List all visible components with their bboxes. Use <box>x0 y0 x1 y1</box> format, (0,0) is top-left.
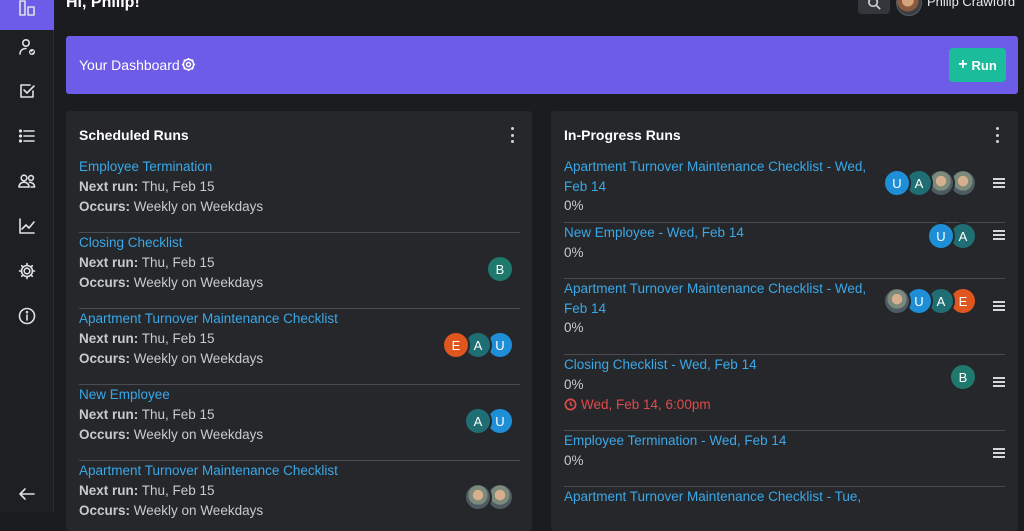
sidebar-item-info[interactable] <box>0 294 54 338</box>
scheduled-run-row: New Employee Next run: Thu, Feb 15 Occurs:… <box>79 385 520 461</box>
sidebar-item-tasks[interactable] <box>0 69 54 113</box>
scheduled-runs-panel: Scheduled Runs Employee Termination Next … <box>66 111 532 531</box>
occurs: Occurs: Weekly on Weekdays <box>79 502 264 518</box>
progress-percent: 0% <box>564 452 584 468</box>
assignee-avatar: B <box>486 255 514 283</box>
in-progress-run-link[interactable]: Closing Checklist - Wed, Feb 14 <box>564 355 884 375</box>
dashboard-banner: Your Dashboard + Run <box>66 36 1018 94</box>
assignee-avatar: U <box>883 169 911 197</box>
progress-percent: 0% <box>564 376 584 392</box>
assignee-avatars: UAE <box>883 287 977 315</box>
occurs: Occurs: Weekly on Weekdays <box>79 274 264 290</box>
assignee-avatar: E <box>442 331 470 359</box>
panel-title: Scheduled Runs <box>79 127 189 143</box>
scheduled-run-link[interactable]: Closing Checklist <box>79 233 520 253</box>
occurs: Occurs: Weekly on Weekdays <box>79 198 264 214</box>
sidebar-item-checklists[interactable] <box>0 114 54 158</box>
greeting: Hi, Philip! <box>66 0 140 11</box>
assignee-avatar <box>464 483 492 511</box>
in-progress-run-link[interactable]: Employee Termination - Wed, Feb 14 <box>564 431 884 451</box>
next-run: Next run: Thu, Feb 15 <box>79 482 215 498</box>
scheduled-menu-button[interactable] <box>507 127 517 143</box>
user-name[interactable]: Philip Crawford <box>927 0 1015 9</box>
scheduled-run-row: Closing Checklist Next run: Thu, Feb 15 Oc… <box>79 233 520 309</box>
assignee-avatar <box>883 287 911 315</box>
row-menu-icon[interactable] <box>993 301 1005 311</box>
topbar: Hi, Philip! Philip Crawford <box>54 0 1024 22</box>
progress-percent: 0% <box>564 198 584 213</box>
assignee-avatars: B <box>949 363 977 391</box>
dashboard-settings-button[interactable] <box>181 57 196 72</box>
scheduled-run-link[interactable]: New Employee <box>79 385 520 405</box>
occurs: Occurs: Weekly on Weekdays <box>79 426 264 442</box>
clock-icon <box>564 398 577 411</box>
run-button-label: Run <box>971 57 997 73</box>
due-date: Wed, Feb 14, 6:00pm <box>564 395 1005 415</box>
progress-percent: 0% <box>564 320 584 335</box>
in-progress-runs-panel: In-Progress Runs Apartment Turnover Main… <box>551 111 1018 531</box>
chart-line-icon <box>19 218 35 234</box>
assignee-avatar: U <box>927 222 955 250</box>
in-progress-run-row: Closing Checklist - Wed, Feb 14 0% Wed, Fe… <box>564 355 1005 431</box>
assignee-avatars: B <box>486 255 514 283</box>
sidebar-item-reports[interactable] <box>0 204 54 248</box>
assignee-avatars: UA <box>883 169 977 197</box>
assignee-avatars: EAU <box>442 331 514 359</box>
assignee-avatar: B <box>949 363 977 391</box>
next-run: Next run: Thu, Feb 15 <box>79 254 215 270</box>
scheduled-run-link[interactable]: Employee Termination <box>79 157 520 177</box>
banner-title: Your Dashboard <box>79 57 180 73</box>
scheduled-run-link[interactable]: Apartment Turnover Maintenance Checklist <box>79 309 520 329</box>
run-button[interactable]: + Run <box>949 48 1006 82</box>
scheduled-run-row: Apartment Turnover Maintenance Checklist… <box>79 461 520 531</box>
next-run: Next run: Thu, Feb 15 <box>79 406 215 422</box>
scheduled-run-link[interactable]: Apartment Turnover Maintenance Checklist <box>79 461 520 481</box>
in-progress-run-link[interactable]: Apartment Turnover Maintenance Checklist… <box>564 157 884 196</box>
dashboard-icon <box>19 0 35 16</box>
row-menu-icon[interactable] <box>993 448 1005 458</box>
assignee-avatars: AU <box>464 407 514 435</box>
arrow-left-icon <box>19 488 35 500</box>
search-icon <box>867 0 881 10</box>
assignee-avatars: UA <box>927 222 977 250</box>
sidebar-item-users[interactable] <box>0 159 54 203</box>
assignee-avatar: A <box>464 407 492 435</box>
row-menu-icon[interactable] <box>993 178 1005 188</box>
in-progress-run-link[interactable]: Apartment Turnover Maintenance Checklist… <box>564 487 884 507</box>
in-progress-run-row: Apartment Turnover Maintenance Checklist… <box>564 279 1005 355</box>
row-menu-icon[interactable] <box>993 377 1005 387</box>
sidebar-item-settings[interactable] <box>0 249 54 293</box>
assignee-avatars <box>464 483 514 511</box>
in-progress-run-row: Apartment Turnover Maintenance Checklist… <box>564 157 1005 223</box>
row-menu-icon[interactable] <box>993 230 1005 240</box>
sidebar-item-assigned[interactable] <box>0 25 54 69</box>
in-progress-run-link[interactable]: Apartment Turnover Maintenance Checklist… <box>564 279 884 318</box>
in-progress-run-link[interactable]: New Employee - Wed, Feb 14 <box>564 223 884 243</box>
in-progress-run-row: Apartment Turnover Maintenance Checklist… <box>564 487 1005 531</box>
panel-title: In-Progress Runs <box>564 127 681 143</box>
sidebar <box>0 0 54 512</box>
list-icon <box>18 129 35 143</box>
user-avatar[interactable] <box>896 0 922 16</box>
gear-icon <box>18 262 36 280</box>
scheduled-run-row: Apartment Turnover Maintenance Checklist… <box>79 309 520 385</box>
users-icon <box>18 174 36 188</box>
sidebar-collapse-button[interactable] <box>0 472 54 516</box>
checkbox-icon <box>20 84 35 98</box>
in-progress-run-row: New Employee - Wed, Feb 14 0% U A <box>564 222 1005 279</box>
next-run: Next run: Thu, Feb 15 <box>79 178 215 194</box>
in-progress-run-row: Employee Termination - Wed, Feb 14 0% <box>564 431 1005 487</box>
search-button[interactable] <box>858 0 890 14</box>
scheduled-run-row: Employee Termination Next run: Thu, Feb 1… <box>79 157 520 233</box>
user-check-icon <box>19 38 35 55</box>
plus-icon: + <box>958 56 968 73</box>
in-progress-menu-button[interactable] <box>992 127 1002 143</box>
gear-icon <box>181 57 196 72</box>
info-icon <box>18 307 36 325</box>
